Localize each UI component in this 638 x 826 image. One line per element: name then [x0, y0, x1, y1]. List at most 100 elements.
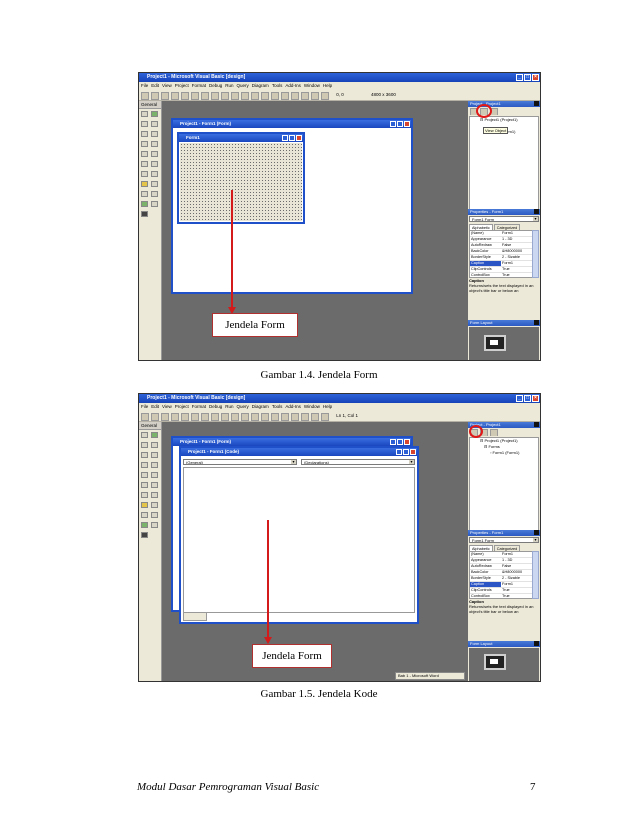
close-icon[interactable]: [534, 530, 539, 535]
menu-file[interactable]: File: [141, 404, 148, 409]
project-explorer-icon[interactable]: [281, 92, 289, 100]
property-value[interactable]: Form1: [501, 261, 532, 266]
open-icon[interactable]: [171, 92, 179, 100]
menu-view[interactable]: View: [162, 83, 172, 88]
menu-debug[interactable]: Debug: [209, 83, 222, 88]
restore-icon[interactable]: [397, 439, 403, 445]
maximize-icon[interactable]: □: [524, 74, 531, 81]
tree-item-form1[interactable]: ▫ Form1 (Form1): [470, 450, 538, 456]
end-icon[interactable]: [271, 413, 279, 421]
end-icon[interactable]: [271, 92, 279, 100]
menu-run[interactable]: Run: [225, 83, 233, 88]
property-value[interactable]: 1 - 3D: [501, 558, 532, 563]
property-value[interactable]: Form1: [501, 552, 532, 557]
minimize-icon[interactable]: _: [516, 395, 523, 402]
menu-format[interactable]: Format: [192, 83, 206, 88]
add-project-icon[interactable]: [141, 92, 149, 100]
start-icon[interactable]: [251, 413, 259, 421]
properties-icon[interactable]: [291, 413, 299, 421]
form1-window[interactable]: Form1: [177, 132, 305, 224]
menu-query[interactable]: Query: [237, 404, 249, 409]
textbox-tool-icon[interactable]: [151, 442, 158, 448]
object-combo[interactable]: Form1 Form: [469, 537, 539, 543]
restore-icon[interactable]: [397, 121, 403, 127]
checkbox-tool-icon[interactable]: [141, 141, 148, 147]
toolbox-icon[interactable]: [321, 413, 329, 421]
image-tool-icon[interactable]: [141, 201, 148, 207]
listbox-tool-icon[interactable]: [151, 472, 158, 478]
frame-tool-icon[interactable]: [141, 131, 148, 137]
object-browser-icon[interactable]: [311, 413, 319, 421]
menu-diagram[interactable]: Diagram: [252, 404, 269, 409]
close-icon[interactable]: [410, 449, 416, 455]
ole-tool-icon[interactable]: [141, 211, 148, 217]
redo-icon[interactable]: [241, 413, 249, 421]
menu-project[interactable]: Project: [175, 404, 189, 409]
add-project-icon[interactable]: [141, 413, 149, 421]
hscroll-tool-icon[interactable]: [141, 482, 148, 488]
save-icon[interactable]: [181, 413, 189, 421]
dir-tool-icon[interactable]: [141, 181, 148, 187]
property-value[interactable]: Form1: [501, 231, 532, 236]
minimize-icon[interactable]: [390, 439, 396, 445]
line-tool-icon[interactable]: [151, 191, 158, 197]
line-tool-icon[interactable]: [151, 512, 158, 518]
cut-icon[interactable]: [191, 92, 199, 100]
menu-view[interactable]: View: [162, 404, 172, 409]
option-tool-icon[interactable]: [151, 141, 158, 147]
button-tool-icon[interactable]: [151, 131, 158, 137]
option-tool-icon[interactable]: [151, 462, 158, 468]
close-icon[interactable]: [534, 641, 539, 646]
redo-icon[interactable]: [241, 92, 249, 100]
drive-tool-icon[interactable]: [151, 492, 158, 498]
file-tool-icon[interactable]: [151, 502, 158, 508]
timer-tool-icon[interactable]: [141, 492, 148, 498]
menu-run[interactable]: Run: [225, 404, 233, 409]
menu-diagram[interactable]: Diagram: [252, 83, 269, 88]
form-layout-icon[interactable]: [301, 413, 309, 421]
restore-icon[interactable]: [403, 449, 409, 455]
property-value[interactable]: &H8000000: [501, 570, 532, 575]
close-icon[interactable]: [404, 121, 410, 127]
start-icon[interactable]: [251, 92, 259, 100]
menu-addins[interactable]: Add-Ins: [285, 404, 301, 409]
menu-query[interactable]: Query: [237, 83, 249, 88]
listbox-tool-icon[interactable]: [151, 151, 158, 157]
property-value[interactable]: True: [501, 267, 532, 272]
property-value[interactable]: True: [501, 588, 532, 593]
paste-icon[interactable]: [211, 92, 219, 100]
menu-debug[interactable]: Debug: [209, 404, 222, 409]
vscroll-tool-icon[interactable]: [151, 161, 158, 167]
minimize-icon[interactable]: [390, 121, 396, 127]
properties-scrollbar[interactable]: [532, 551, 539, 599]
menu-editor-icon[interactable]: [161, 92, 169, 100]
button-tool-icon[interactable]: [151, 452, 158, 458]
minimize-icon[interactable]: _: [516, 74, 523, 81]
undo-icon[interactable]: [231, 413, 239, 421]
shape-tool-icon[interactable]: [141, 191, 148, 197]
cut-icon[interactable]: [191, 413, 199, 421]
break-icon[interactable]: [261, 413, 269, 421]
add-form-icon[interactable]: [151, 92, 159, 100]
object-combo[interactable]: Form1 Form: [469, 216, 539, 222]
property-value[interactable]: Form1: [501, 582, 532, 587]
property-value[interactable]: False: [501, 243, 532, 248]
taskbar-item[interactable]: Bab 1 - Microsoft Word: [395, 672, 465, 680]
data-tool-icon[interactable]: [151, 522, 158, 528]
add-form-icon[interactable]: [151, 413, 159, 421]
timer-tool-icon[interactable]: [141, 171, 148, 177]
ole-tool-icon[interactable]: [141, 532, 148, 538]
picturebox-tool-icon[interactable]: [151, 111, 158, 117]
menu-tools[interactable]: Tools: [272, 83, 283, 88]
textbox-tool-icon[interactable]: [151, 121, 158, 127]
close-icon[interactable]: [534, 422, 539, 427]
property-value[interactable]: &H8000000: [501, 249, 532, 254]
close-icon[interactable]: [296, 135, 302, 141]
properties-icon[interactable]: [291, 92, 299, 100]
menu-addins[interactable]: Add-Ins: [285, 83, 301, 88]
copy-icon[interactable]: [201, 413, 209, 421]
undo-icon[interactable]: [231, 92, 239, 100]
menu-project[interactable]: Project: [175, 83, 189, 88]
close-icon[interactable]: ×: [532, 74, 539, 81]
copy-icon[interactable]: [201, 92, 209, 100]
